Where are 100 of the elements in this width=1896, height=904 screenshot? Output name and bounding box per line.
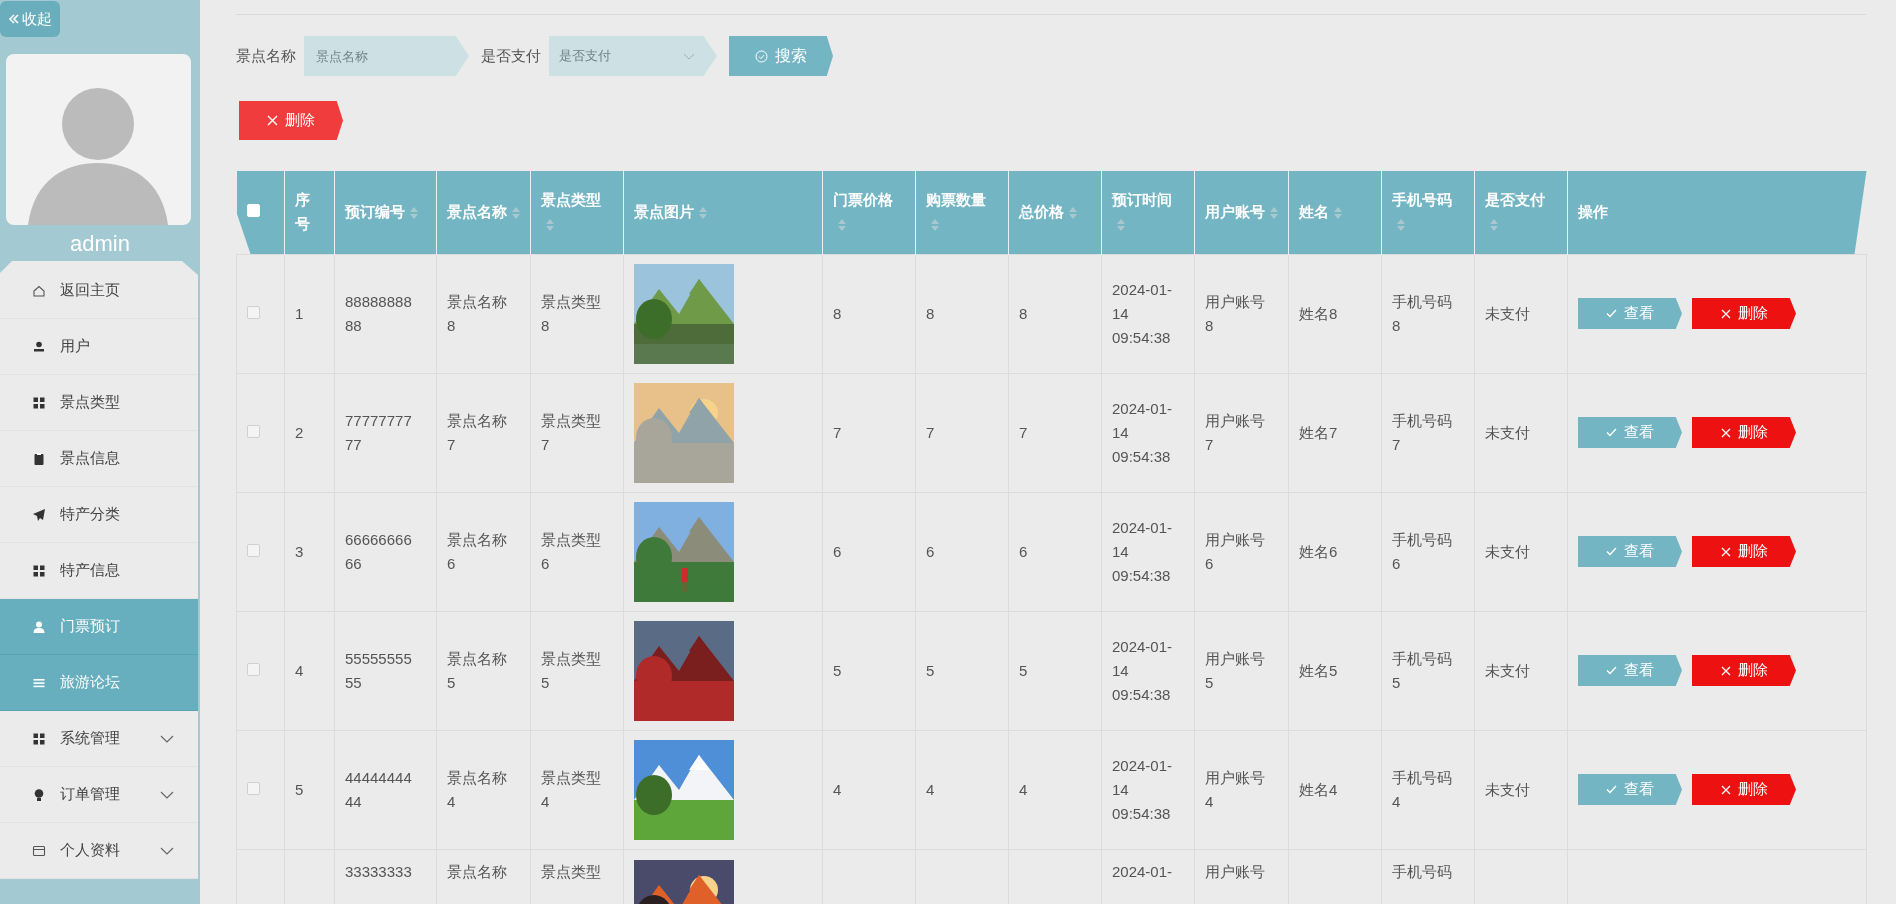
cell-text: 景点名称6 (447, 530, 507, 572)
menu-item[interactable]: 门票预订 (0, 599, 198, 655)
cell-text: 手机号码8 (1392, 292, 1452, 334)
cell-text: 5 (833, 661, 842, 679)
cell-text: 2024-01-14 09:54:38 (1112, 637, 1173, 703)
cell-text: 4 (1019, 780, 1028, 798)
name-search-field[interactable]: 景点名称 (304, 36, 469, 76)
search-button[interactable]: 搜索 (729, 36, 833, 76)
field-label: 是否支付 (481, 46, 541, 66)
column-header[interactable]: 景点类型 (530, 171, 624, 254)
checkmark-icon (1606, 785, 1617, 794)
cell-text: 用户账号5 (1205, 649, 1265, 691)
cell-text: 4 (833, 780, 842, 798)
column-header[interactable]: 序号 (284, 171, 335, 254)
column-header[interactable]: 手机号码 (1381, 171, 1475, 254)
menu-item[interactable]: 景点信息 (0, 431, 198, 487)
delete-button[interactable]: 删除 (1692, 774, 1796, 805)
row-checkbox[interactable] (247, 305, 260, 319)
cell-text: 7 (1019, 423, 1028, 441)
cell-text: 3 (295, 542, 304, 560)
cell-text: 姓名6 (1299, 542, 1338, 560)
select-all-checkbox[interactable] (246, 204, 260, 218)
view-button[interactable]: 查看 (1578, 417, 1682, 448)
cell-text: 未支付 (1485, 661, 1530, 679)
view-button[interactable]: 查看 (1578, 298, 1682, 329)
view-button[interactable]: 查看 (1578, 655, 1682, 686)
column-header[interactable]: 总价格 (1008, 171, 1102, 254)
cell-text: 景点名称5 (447, 649, 507, 691)
cell-text: 用户账号7 (1205, 411, 1265, 453)
view-button[interactable]: 查看 (1578, 774, 1682, 805)
username: admin (69, 231, 131, 257)
cell-text: 5 (295, 780, 304, 798)
cell-text: 2024-01- (1112, 862, 1173, 880)
menu-item[interactable]: 系统管理 (0, 711, 198, 767)
cell-text: 5555555555 (345, 649, 412, 691)
menu-item[interactable]: 个人资料 (0, 823, 198, 879)
close-icon (1720, 308, 1731, 319)
delete-button[interactable]: 删除 (1692, 417, 1796, 448)
checkmark-icon (1606, 309, 1617, 318)
cell-text: 手机号码4 (1392, 768, 1452, 810)
checkmark-icon (1606, 547, 1617, 556)
cell-text: 6 (926, 542, 935, 560)
cell-text: 手机号码7 (1392, 411, 1452, 453)
row-checkbox[interactable] (247, 543, 260, 557)
double-chevron-left-icon (8, 13, 20, 25)
check-circle-icon (755, 49, 768, 63)
cell-text: 6 (1019, 542, 1028, 560)
menu-item[interactable]: 旅游论坛 (0, 655, 198, 711)
cell-text: 33333333 (345, 862, 412, 880)
column-header[interactable]: 预订编号 (334, 171, 437, 254)
cell-text: 景点类型 (541, 862, 601, 880)
menu-item[interactable]: 返回主页 (0, 263, 198, 319)
checkmark-icon (1606, 666, 1617, 675)
row-checkbox[interactable] (247, 662, 260, 676)
cell-text: 7 (926, 423, 935, 441)
cell-text: 2024-01-14 09:54:38 (1112, 518, 1173, 584)
paid-select[interactable]: 是否支付 (549, 36, 717, 76)
clip-icon (32, 451, 46, 466)
column-header[interactable]: 用户账号 (1194, 171, 1289, 254)
column-header[interactable]: 姓名 (1288, 171, 1382, 254)
column-header[interactable]: 购票数量 (915, 171, 1009, 254)
delete-button[interactable]: 删除 (1692, 655, 1796, 686)
cell-text: 用户账号6 (1205, 530, 1265, 572)
home-icon (32, 283, 46, 298)
cell-text: 4 (926, 780, 935, 798)
column-header[interactable]: 操作 (1567, 171, 1867, 254)
cell-text: 未支付 (1485, 542, 1530, 560)
person-icon (32, 619, 46, 634)
cell-text: 1 (295, 304, 304, 322)
cell-text: 姓名7 (1299, 423, 1338, 441)
column-header[interactable]: 是否支付 (1474, 171, 1568, 254)
column-header[interactable]: 景点图片 (623, 171, 823, 254)
cell-text: 景点名称7 (447, 411, 507, 453)
cell-text: 8888888888 (345, 292, 412, 334)
cell-text: 手机号码 (1392, 862, 1452, 880)
delete-button[interactable]: 删除 (239, 101, 343, 140)
delete-button[interactable]: 删除 (1692, 298, 1796, 329)
menu-item[interactable]: 景点类型 (0, 375, 198, 431)
delete-button[interactable]: 删除 (1692, 536, 1796, 567)
row-checkbox[interactable] (247, 781, 260, 795)
column-header[interactable]: 景点名称 (436, 171, 531, 254)
menu-item[interactable]: 特产分类 (0, 487, 198, 543)
cell-text: 6666666666 (345, 530, 412, 572)
column-header[interactable]: 门票价格 (822, 171, 916, 254)
cell-text: 景点类型4 (541, 768, 601, 810)
view-button[interactable]: 查看 (1578, 536, 1682, 567)
menu-item[interactable]: 订单管理 (0, 767, 198, 823)
close-icon (1720, 427, 1731, 438)
cell-text: 8 (833, 304, 842, 322)
cell-text: 8 (1019, 304, 1028, 322)
cell-text: 5 (926, 661, 935, 679)
column-header[interactable]: 预订时间 (1101, 171, 1195, 254)
cell-text: 景点名称4 (447, 768, 507, 810)
cell-text: 姓名5 (1299, 661, 1338, 679)
collapse-button[interactable]: 收起 (0, 1, 60, 37)
menu-item[interactable]: 用户 (0, 319, 198, 375)
close-icon (1720, 546, 1731, 557)
cell-text: 景点类型8 (541, 292, 601, 334)
row-checkbox[interactable] (247, 424, 260, 438)
cell-text: 景点名称8 (447, 292, 507, 334)
